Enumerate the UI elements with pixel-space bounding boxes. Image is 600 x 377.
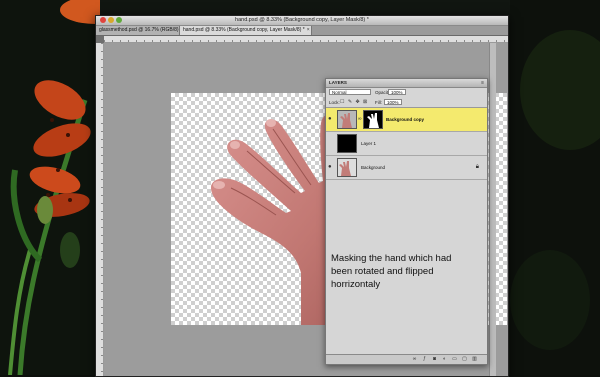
- opacity-field[interactable]: 100%: [388, 89, 406, 95]
- layer-mask-thumbnail[interactable]: [363, 110, 383, 129]
- layer-row-background-copy[interactable]: ● ∞ Background copy: [326, 108, 487, 132]
- close-icon[interactable]: ×: [307, 27, 310, 33]
- layers-tab[interactable]: LAYERS: [329, 79, 347, 87]
- trash-icon[interactable]: ▥: [471, 356, 478, 362]
- layer-thumbnail: [337, 110, 357, 129]
- visibility-eye-icon[interactable]: ●: [328, 164, 334, 170]
- fx-icon[interactable]: ƒ: [421, 356, 428, 362]
- lock-icon: 🔒︎: [475, 164, 479, 170]
- layer-row-layer-1[interactable]: Layer 1: [326, 132, 487, 156]
- layers-panel-header[interactable]: LAYERS ≡: [326, 79, 487, 88]
- new-layer-icon[interactable]: ▢: [461, 356, 468, 362]
- annotation-text: Masking the hand which had been rotated …: [331, 253, 452, 290]
- adjustment-icon[interactable]: ◐: [441, 356, 448, 362]
- window-title: hand.psd @ 8.33% (Background copy, Layer…: [235, 17, 369, 23]
- tab-hand[interactable]: hand.psd @ 8.33% (Background copy, Layer…: [180, 26, 312, 35]
- vertical-ruler[interactable]: [96, 43, 104, 376]
- fill-field[interactable]: 100%: [384, 99, 402, 105]
- tab-label: glassmethod.psd @ 16.7% (RGB/8): [99, 27, 179, 33]
- layers-panel: LAYERS ≡ Normal Opacity: 100% Lock: ☐ ✎ …: [325, 78, 488, 365]
- layer-thumbnail: [337, 134, 357, 153]
- chain-link-icon[interactable]: ∞: [358, 116, 362, 122]
- layer-name[interactable]: Background: [361, 164, 385, 171]
- title-bar[interactable]: hand.psd @ 8.33% (Background copy, Layer…: [96, 16, 508, 26]
- panel-menu-icon[interactable]: ≡: [481, 79, 484, 87]
- lock-options-icon[interactable]: ☐ ✎ ✥ ⊠: [340, 100, 368, 105]
- link-icon[interactable]: ∞: [411, 356, 418, 362]
- layers-panel-footer: ∞ ƒ ◙ ◐ ▭ ▢ ▥: [326, 354, 487, 364]
- layer-name[interactable]: Background copy: [386, 116, 424, 123]
- tab-label: hand.psd @ 8.33% (Background copy, Layer…: [183, 27, 305, 33]
- mask-icon[interactable]: ◙: [431, 356, 438, 362]
- layer-thumbnail: [337, 158, 357, 177]
- document-tabs: glassmethod.psd @ 16.7% (RGB/8)× hand.ps…: [96, 26, 508, 36]
- visibility-eye-icon[interactable]: ●: [328, 116, 334, 122]
- tab-glassmethod[interactable]: glassmethod.psd @ 16.7% (RGB/8)×: [96, 26, 183, 35]
- flower-photo: [0, 0, 100, 375]
- fill-label: Fill:: [375, 100, 382, 105]
- vertical-scrollbar[interactable]: [489, 43, 496, 376]
- horizontal-ruler[interactable]: [104, 36, 508, 43]
- group-icon[interactable]: ▭: [451, 356, 458, 362]
- blend-mode-select[interactable]: Normal: [329, 89, 371, 95]
- layer-row-background[interactable]: ● Background 🔒︎: [326, 156, 487, 180]
- blend-row: Normal Opacity: 100%: [326, 88, 487, 97]
- lock-label: Lock:: [329, 100, 340, 105]
- background-foliage: [510, 0, 600, 375]
- layer-name[interactable]: Layer 1: [361, 140, 376, 147]
- lock-row: Lock: ☐ ✎ ✥ ⊠ Fill: 100%: [326, 98, 487, 108]
- visibility-eye-icon[interactable]: [328, 140, 334, 146]
